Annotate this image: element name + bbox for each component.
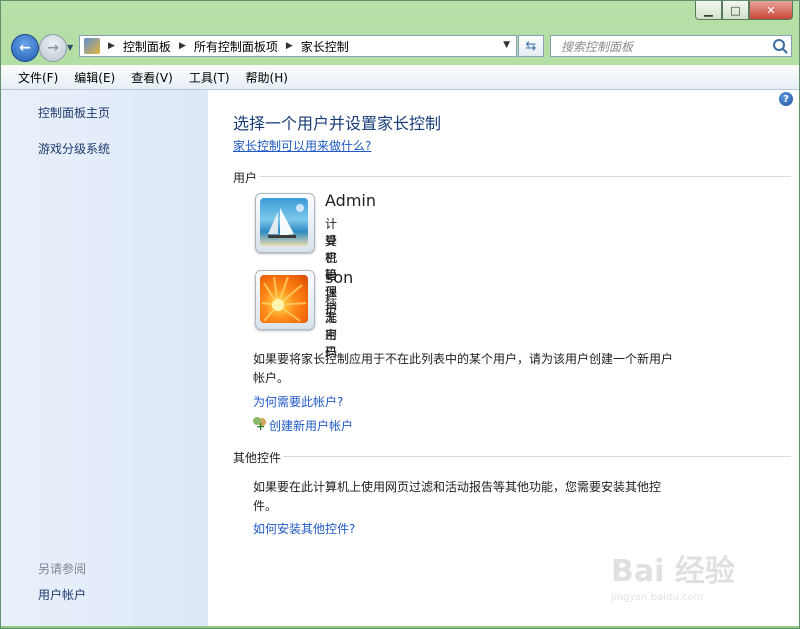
menu-view[interactable]: 查看(V) xyxy=(131,69,173,86)
menu-edit[interactable]: 编辑(E) xyxy=(74,69,115,86)
window: ▁ □ ✕ ← → ▼ ▶ 控制面板 ▶ 所有控制面板项 ▶ 家长控制 ▼ ⇆ … xyxy=(0,0,800,629)
users-section-label: 用户 xyxy=(233,169,264,186)
sailboat-picture-icon xyxy=(260,198,308,246)
breadcrumb-control-panel[interactable]: 控制面板 xyxy=(123,38,171,55)
see-also-heading: 另请参阅 xyxy=(38,562,87,576)
maximize-icon: □ xyxy=(730,3,741,17)
navigation-bar: ← → ▼ ▶ 控制面板 ▶ 所有控制面板项 ▶ 家长控制 ▼ ⇆ xyxy=(1,29,799,65)
page-title: 选择一个用户并设置家长控制 xyxy=(233,114,442,133)
how-to-install-controls-link[interactable]: 如何安装其他控件? xyxy=(253,520,355,537)
sailboat-icon xyxy=(268,204,304,238)
watermark-logo: Bai 经验 xyxy=(611,554,735,589)
flower-icon xyxy=(261,276,307,322)
other-controls-section-header: 其他控件 xyxy=(233,449,791,466)
watermark-url: jingyan.baidu.com xyxy=(611,592,704,603)
refresh-button[interactable]: ⇆ xyxy=(518,35,544,57)
menu-help[interactable]: 帮助(H) xyxy=(246,69,288,86)
address-bar[interactable]: ▶ 控制面板 ▶ 所有控制面板项 ▶ 家长控制 ▼ xyxy=(79,35,517,57)
sidebar-link-user-accounts[interactable]: 用户帐户 xyxy=(38,586,86,603)
title-bar: ▁ □ ✕ xyxy=(1,1,799,29)
breadcrumb-all-items[interactable]: 所有控制面板项 xyxy=(194,38,278,55)
address-dropdown-icon[interactable]: ▼ xyxy=(503,40,510,50)
control-panel-icon xyxy=(84,38,100,54)
menu-bar: 文件(F) 编辑(E) 查看(V) 工具(T) 帮助(H) xyxy=(1,65,799,90)
minimize-icon: ▁ xyxy=(704,3,713,17)
close-icon: ✕ xyxy=(766,3,776,17)
baidu-watermark: Bai 经验 jingyan.baidu.com xyxy=(611,546,761,616)
search-box[interactable] xyxy=(550,35,792,57)
close-button[interactable]: ✕ xyxy=(749,1,793,20)
create-account-hint: 如果要将家长控制应用于不在此列表中的某个用户，请为该用户创建一个新用户帐户。 xyxy=(253,352,674,385)
forward-button[interactable]: → xyxy=(39,34,67,62)
why-need-account-link[interactable]: 为何需要此帐户? xyxy=(253,393,343,410)
back-button[interactable]: ← xyxy=(11,34,39,62)
create-new-user-account-link[interactable]: 创建新用户帐户 xyxy=(269,417,353,434)
refresh-icon: ⇆ xyxy=(525,38,537,54)
maximize-button[interactable]: □ xyxy=(722,1,749,20)
flower-picture-icon xyxy=(260,275,308,323)
breadcrumb-separator-icon[interactable]: ▶ xyxy=(179,41,186,51)
search-input[interactable] xyxy=(559,37,763,57)
sidebar-link-control-panel-home[interactable]: 控制面板主页 xyxy=(38,104,110,121)
user-name: Admin xyxy=(325,191,376,210)
users-section-header: 用户 xyxy=(233,169,791,186)
back-arrow-icon: ← xyxy=(19,40,31,56)
add-users-icon xyxy=(253,417,269,433)
search-icon[interactable] xyxy=(773,39,785,51)
other-controls-hint: 如果要在此计算机上使用网页过滤和活动报告等其他功能，您需要安装其他控件。 xyxy=(253,480,662,513)
sidebar: 控制面板主页 游戏分级系统 另请参阅 用户帐户 xyxy=(1,90,208,626)
user-name: son xyxy=(325,268,354,287)
breadcrumb-separator-icon[interactable]: ▶ xyxy=(108,41,115,51)
minimize-button[interactable]: ▁ xyxy=(695,1,722,20)
avatar xyxy=(255,270,315,330)
history-dropdown-icon[interactable]: ▼ xyxy=(67,43,73,52)
breadcrumb-parental-controls[interactable]: 家长控制 xyxy=(301,38,349,55)
what-can-parental-controls-do-link[interactable]: 家长控制可以用来做什么? xyxy=(233,137,371,154)
breadcrumb-separator-icon[interactable]: ▶ xyxy=(286,41,293,51)
menu-file[interactable]: 文件(F) xyxy=(18,69,58,86)
help-icon[interactable]: ? xyxy=(779,92,793,106)
avatar xyxy=(255,193,315,253)
menu-tools[interactable]: 工具(T) xyxy=(189,69,230,86)
sidebar-link-game-ratings[interactable]: 游戏分级系统 xyxy=(38,140,110,157)
other-controls-section-label: 其他控件 xyxy=(233,449,288,466)
caption-buttons: ▁ □ ✕ xyxy=(695,1,793,20)
section-divider xyxy=(283,456,791,457)
forward-arrow-icon: → xyxy=(47,40,59,56)
section-divider xyxy=(259,176,791,177)
